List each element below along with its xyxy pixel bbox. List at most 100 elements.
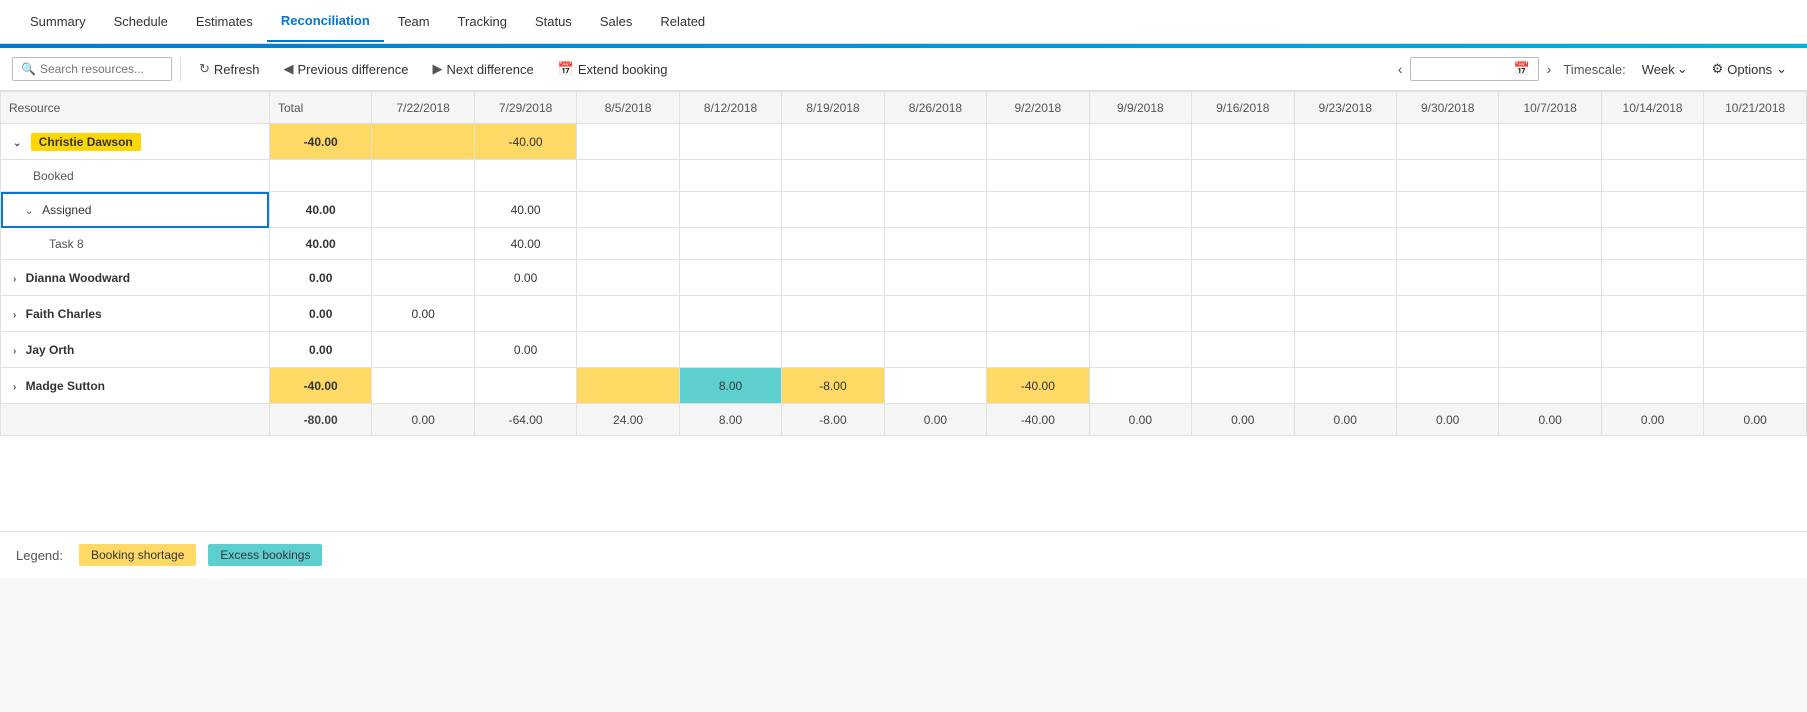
- table-row: › Madge Sutton -40.00 8.00 -8.00 -40.00: [1, 368, 1807, 404]
- expand-icon[interactable]: ⌄: [13, 138, 21, 149]
- table-row: › Faith Charles 0.00 0.00: [1, 296, 1807, 332]
- cell-9-9-christie: [1089, 124, 1191, 160]
- search-box[interactable]: 🔍: [12, 57, 172, 81]
- madge-cell-8-19: -8.00: [782, 368, 884, 404]
- calendar-icon: 📅: [1513, 61, 1529, 77]
- assigned-chevron-icon[interactable]: ⌄: [25, 206, 33, 217]
- tab-estimates[interactable]: Estimates: [182, 2, 267, 41]
- task-8-total: 40.00: [269, 228, 371, 260]
- assigned-row[interactable]: ⌄ Assigned: [1, 192, 270, 228]
- options-button[interactable]: ⚙ Options ⌄: [1704, 57, 1795, 81]
- col-header-resource: Resource: [1, 92, 270, 124]
- refresh-label: Refresh: [214, 62, 260, 77]
- col-header-date-5: 8/26/2018: [884, 92, 986, 124]
- table-row: › Jay Orth 0.00 0.00: [1, 332, 1807, 368]
- cell-9-23-christie: [1294, 124, 1396, 160]
- top-nav: Summary Schedule Estimates Reconciliatio…: [0, 0, 1807, 44]
- legend-label: Legend:: [16, 548, 63, 563]
- col-header-date-6: 9/2/2018: [987, 92, 1089, 124]
- cell-8-12-christie: [679, 124, 781, 160]
- tab-status[interactable]: Status: [521, 2, 586, 41]
- date-prev-button[interactable]: ‹: [1394, 57, 1407, 81]
- cell-total-christie: -40.00: [269, 124, 371, 160]
- expand-icon[interactable]: ›: [13, 274, 16, 285]
- faith-total: 0.00: [269, 296, 371, 332]
- resource-name-dianna[interactable]: › Dianna Woodward: [1, 260, 270, 296]
- total-9-30: 0.00: [1396, 404, 1498, 436]
- date-input[interactable]: 7/23/2018: [1419, 62, 1509, 77]
- total-8-26: 0.00: [884, 404, 986, 436]
- table-row: › Dianna Woodward 0.00 0.00: [1, 260, 1807, 296]
- extend-booking-button[interactable]: 📅 Extend booking: [548, 56, 678, 82]
- cell-7-22-christie: [372, 124, 474, 160]
- table-row: ⌄ Christie Dawson -40.00 -40.00: [1, 124, 1807, 160]
- cell-10-14-christie: [1601, 124, 1703, 160]
- resource-badge-christie: Christie Dawson: [31, 133, 141, 151]
- cell-9-16-christie: [1192, 124, 1294, 160]
- resource-name-madge[interactable]: › Madge Sutton: [1, 368, 270, 404]
- tab-team[interactable]: Team: [384, 2, 444, 41]
- separator-1: [180, 57, 181, 81]
- grand-total: -80.00: [269, 404, 371, 436]
- madge-cell-9-2: -40.00: [987, 368, 1089, 404]
- task-8: Task 8: [1, 228, 270, 260]
- date-next-button[interactable]: ›: [1543, 57, 1556, 81]
- cell-10-7-christie: [1499, 124, 1601, 160]
- jay-total: 0.00: [269, 332, 371, 368]
- total-8-19: -8.00: [782, 404, 884, 436]
- col-header-date-7: 9/9/2018: [1089, 92, 1191, 124]
- total-8-5: 24.00: [577, 404, 679, 436]
- cell-8-26-christie: [884, 124, 986, 160]
- tab-summary[interactable]: Summary: [16, 2, 100, 41]
- col-header-date-9: 9/23/2018: [1294, 92, 1396, 124]
- options-label: Options: [1727, 62, 1772, 77]
- prev-diff-button[interactable]: ◀ Previous difference: [273, 56, 418, 82]
- sub-booked-total: [269, 160, 371, 192]
- expand-icon[interactable]: ›: [13, 382, 16, 393]
- cell-9-30-christie: [1396, 124, 1498, 160]
- col-header-date-13: 10/21/2018: [1704, 92, 1807, 124]
- cell-8-5-christie: [577, 124, 679, 160]
- expand-icon[interactable]: ›: [13, 346, 16, 357]
- next-diff-button[interactable]: ▶ Next difference: [422, 56, 543, 82]
- grid-table: Resource Total 7/22/2018 7/29/2018 8/5/2…: [0, 91, 1807, 436]
- col-header-date-8: 9/16/2018: [1192, 92, 1294, 124]
- table-row: ⌄ Assigned 40.00 40.00: [1, 192, 1807, 228]
- total-10-7: 0.00: [1499, 404, 1601, 436]
- resource-name-faith[interactable]: › Faith Charles: [1, 296, 270, 332]
- toolbar: 🔍 ↻ Refresh ◀ Previous difference ▶ Next…: [0, 48, 1807, 91]
- resource-name-jay[interactable]: › Jay Orth: [1, 332, 270, 368]
- col-header-date-11: 10/7/2018: [1499, 92, 1601, 124]
- search-input[interactable]: [40, 62, 170, 76]
- prev-diff-label: Previous difference: [297, 62, 408, 77]
- options-chevron-icon: ⌄: [1776, 61, 1787, 77]
- madge-cell-8-5: [577, 368, 679, 404]
- dianna-total: 0.00: [269, 260, 371, 296]
- gear-icon: ⚙: [1712, 61, 1724, 77]
- date-input-wrap[interactable]: 7/23/2018 📅: [1410, 57, 1538, 81]
- tab-sales[interactable]: Sales: [586, 2, 647, 41]
- tab-related[interactable]: Related: [646, 2, 719, 41]
- assigned-total: 40.00: [269, 192, 371, 228]
- tab-reconciliation[interactable]: Reconciliation: [267, 1, 384, 42]
- timescale-chevron-icon: ⌄: [1677, 61, 1688, 77]
- legend-shortage: Booking shortage: [79, 544, 196, 566]
- timescale-button[interactable]: Week ⌄: [1634, 57, 1696, 81]
- extend-icon: 📅: [558, 61, 574, 77]
- tab-tracking[interactable]: Tracking: [444, 2, 521, 41]
- grid-wrap: Resource Total 7/22/2018 7/29/2018 8/5/2…: [0, 91, 1807, 531]
- total-9-23: 0.00: [1294, 404, 1396, 436]
- refresh-icon: ↻: [199, 61, 210, 77]
- total-9-9: 0.00: [1089, 404, 1191, 436]
- col-header-date-4: 8/19/2018: [782, 92, 884, 124]
- legend: Legend: Booking shortage Excess bookings: [0, 531, 1807, 578]
- table-row: Task 8 40.00 40.00: [1, 228, 1807, 260]
- cell-7-29-christie: -40.00: [474, 124, 576, 160]
- refresh-button[interactable]: ↻ Refresh: [189, 56, 269, 82]
- resource-name-christie[interactable]: ⌄ Christie Dawson: [1, 124, 270, 160]
- timescale-value: Week: [1642, 62, 1675, 77]
- tab-schedule[interactable]: Schedule: [100, 2, 182, 41]
- total-7-29: -64.00: [474, 404, 576, 436]
- col-header-total: Total: [269, 92, 371, 124]
- expand-icon[interactable]: ›: [13, 310, 16, 321]
